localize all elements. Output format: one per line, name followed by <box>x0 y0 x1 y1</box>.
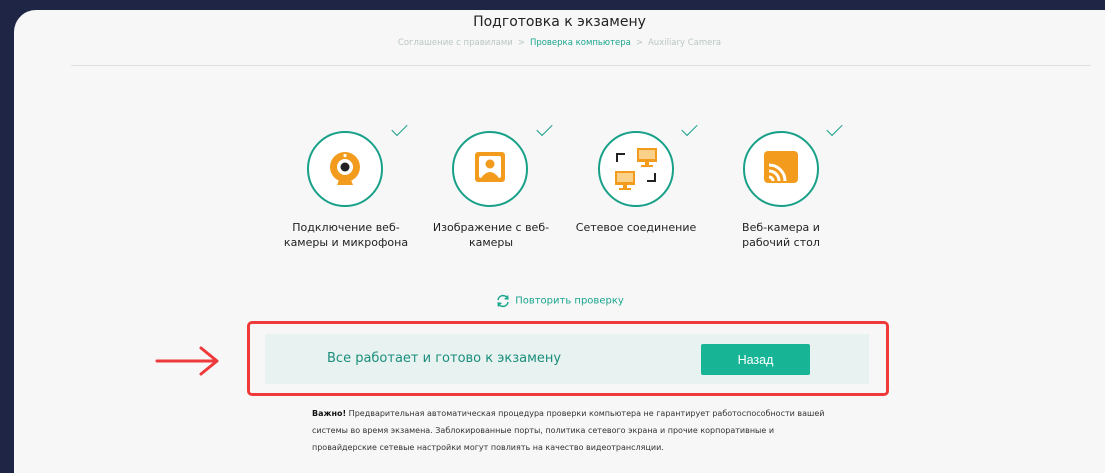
check-icon <box>681 119 698 137</box>
breadcrumb-separator-icon: > <box>635 38 643 48</box>
user-portrait-icon <box>452 131 528 207</box>
network-icon <box>598 131 674 207</box>
refresh-icon <box>497 294 509 308</box>
check-icon <box>536 119 553 137</box>
step-label-line2: камеры <box>468 236 514 249</box>
header-divider <box>71 65 1091 66</box>
important-note: Важно! Предварительная автоматическая пр… <box>312 405 832 456</box>
check-icon <box>826 119 843 137</box>
step-label-line2: камеры и микрофона <box>283 236 409 249</box>
note-text: Предварительная автоматическая процедура… <box>312 409 825 452</box>
note-bold-label: Важно! <box>312 409 347 418</box>
breadcrumb: Соглашение с правилами > Проверка компьюте… <box>14 38 1105 48</box>
check-icon <box>391 119 408 137</box>
step-label-line1: Веб-камера и <box>742 221 820 234</box>
exam-prep-card: Подготовка к экзамену Соглашение с прави… <box>14 10 1105 473</box>
breadcrumb-item-computer-check[interactable]: Проверка компьютера <box>530 38 631 48</box>
step-label-line1: Изображение с веб- <box>432 221 550 234</box>
page-title: Подготовка к экзамену <box>473 14 646 30</box>
highlight-frame <box>247 321 889 396</box>
retry-check-link[interactable]: Повторить проверку <box>14 294 1105 308</box>
step-label-line1: Сетевое соединение <box>575 221 697 234</box>
screen-cast-icon <box>743 131 819 207</box>
step-label-line2: рабочий стол <box>742 236 820 249</box>
breadcrumb-separator-icon: > <box>517 38 525 48</box>
step-label-line1: Подключение веб- <box>292 221 400 234</box>
arrow-right-icon <box>155 346 219 376</box>
retry-label: Повторить проверку <box>515 295 624 307</box>
breadcrumb-item-aux-camera[interactable]: Auxiliary Camera <box>648 38 721 48</box>
webcam-icon <box>307 131 383 207</box>
breadcrumb-item-rules[interactable]: Соглашение с правилами <box>398 38 513 48</box>
